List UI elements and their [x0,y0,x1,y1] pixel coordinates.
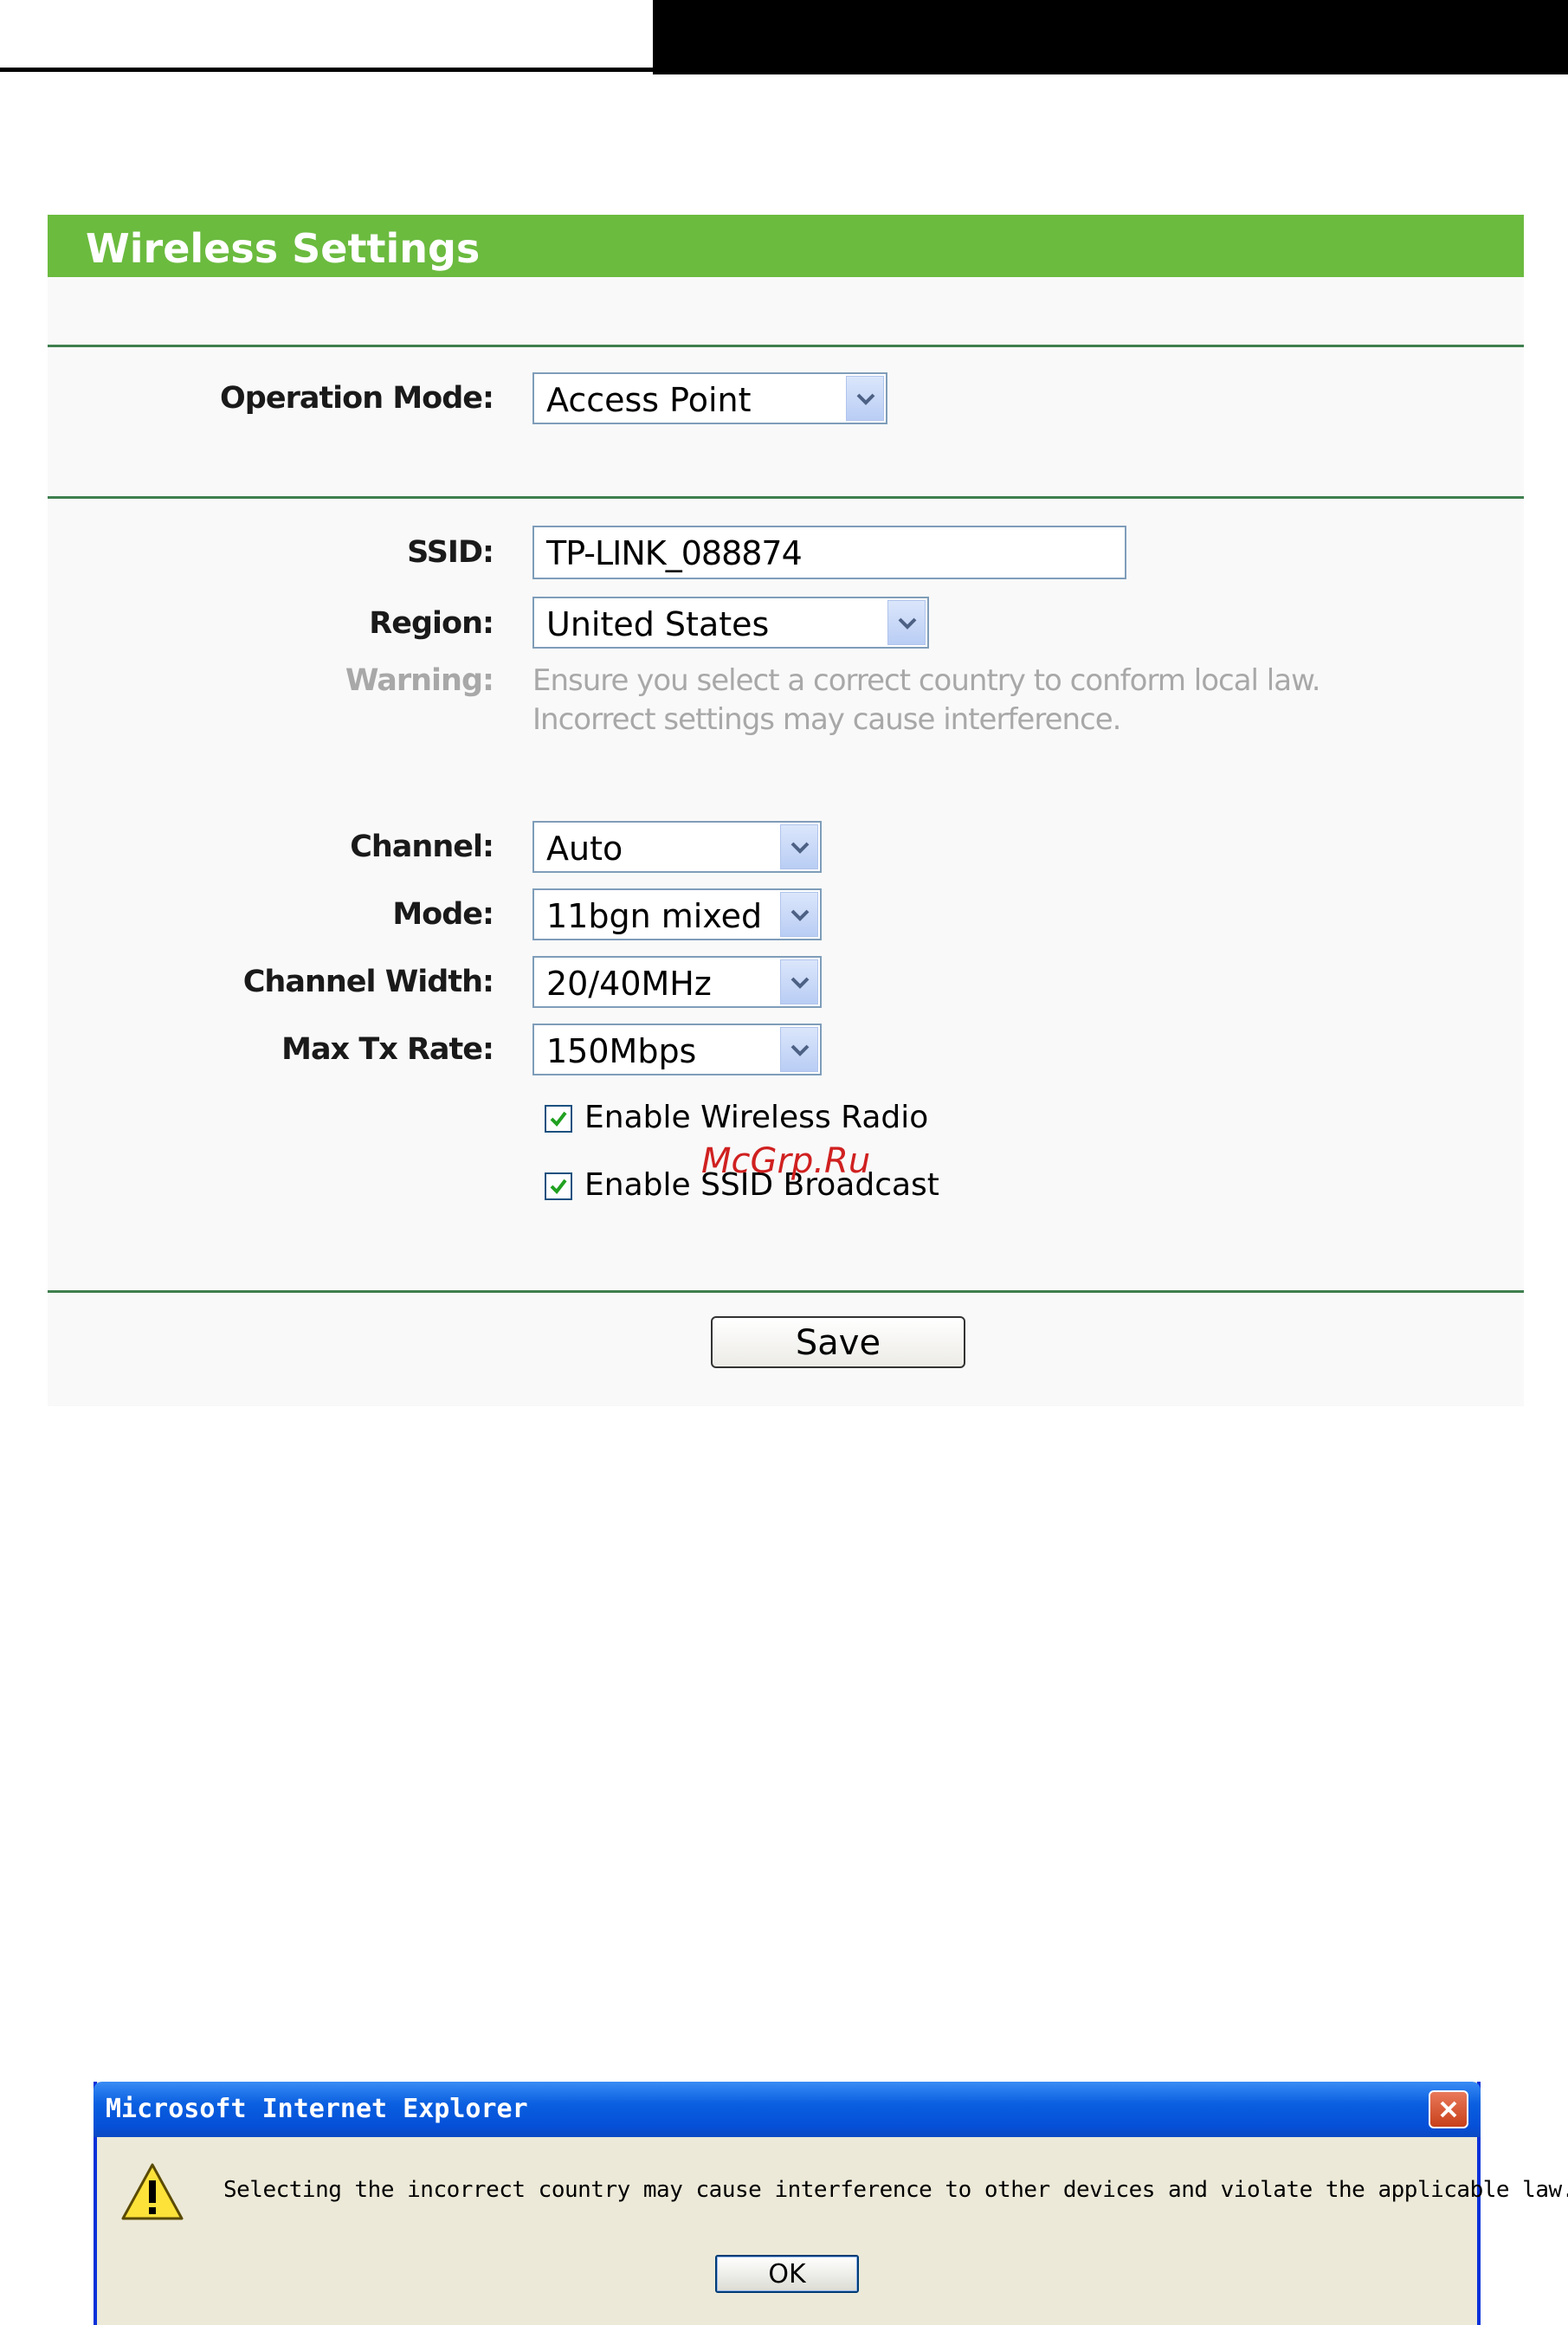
warning-line-1: Ensure you select a correct country to c… [532,663,1321,698]
ssid-label: SSID: [407,535,494,570]
chevron-down-icon[interactable] [846,376,884,421]
chevron-down-icon[interactable] [780,959,818,1004]
channel-width-select[interactable]: 20/40MHz [532,956,822,1008]
enable-wireless-radio-checkbox[interactable] [545,1105,572,1133]
save-button[interactable]: Save [711,1316,965,1368]
checkmark-icon [550,1179,567,1195]
chevron-down-icon[interactable] [780,824,818,869]
max-tx-rate-label: Max Tx Rate: [281,1032,494,1067]
wireless-settings-panel: Wireless Settings Operation Mode: Access… [48,215,1524,1406]
region-value: United States [546,605,770,643]
mode-select[interactable]: 11bgn mixed [532,888,822,940]
panel-header: Wireless Settings [48,215,1524,277]
enable-ssid-broadcast-checkbox[interactable] [545,1172,572,1200]
channel-label: Channel: [350,830,494,864]
channel-width-label: Channel Width: [242,965,494,999]
max-tx-rate-value: 150Mbps [546,1032,697,1070]
header-rule [0,68,653,72]
channel-width-value: 20/40MHz [546,965,712,1003]
checkmark-icon [550,1111,567,1127]
ssid-value: TP-LINK_088874 [546,534,803,572]
save-button-label: Save [795,1323,881,1363]
dialog-title: Microsoft Internet Explorer [106,2094,528,2124]
operation-mode-value: Access Point [546,381,752,419]
operation-mode-label: Operation Mode: [220,381,494,416]
region-select[interactable]: United States [532,597,929,649]
close-icon [1440,2101,1457,2118]
max-tx-rate-select[interactable]: 150Mbps [532,1024,822,1075]
channel-select[interactable]: Auto [532,821,822,873]
warning-label: Warning: [345,663,494,698]
warning-line-2: Incorrect settings may cause interferenc… [532,702,1121,737]
channel-value: Auto [546,830,623,868]
divider [48,496,1524,499]
dialog-titlebar[interactable]: Microsoft Internet Explorer [94,2082,1481,2137]
region-label: Region: [369,606,494,641]
operation-mode-select[interactable]: Access Point [532,372,887,424]
watermark: McGrp.Ru [701,1141,871,1181]
chevron-down-icon[interactable] [780,1027,818,1072]
ok-button[interactable]: OK [715,2255,859,2293]
enable-wireless-radio-label[interactable]: Enable Wireless Radio [584,1100,928,1135]
mode-value: 11bgn mixed [546,897,763,935]
panel-title: Wireless Settings [86,225,481,272]
divider [48,345,1524,347]
warning-icon [121,2163,184,2220]
close-button[interactable] [1429,2090,1468,2128]
mode-label: Mode: [392,897,494,932]
header-black-band [653,0,1568,74]
divider [48,1290,1524,1293]
ok-button-label: OK [768,2259,806,2289]
chevron-down-icon[interactable] [887,600,926,645]
ssid-input[interactable]: TP-LINK_088874 [532,526,1126,579]
ie-alert-dialog: Microsoft Internet Explorer Selecting th… [94,2082,1568,2325]
chevron-down-icon[interactable] [780,892,818,937]
dialog-message: Selecting the incorrect country may caus… [223,2177,1568,2203]
